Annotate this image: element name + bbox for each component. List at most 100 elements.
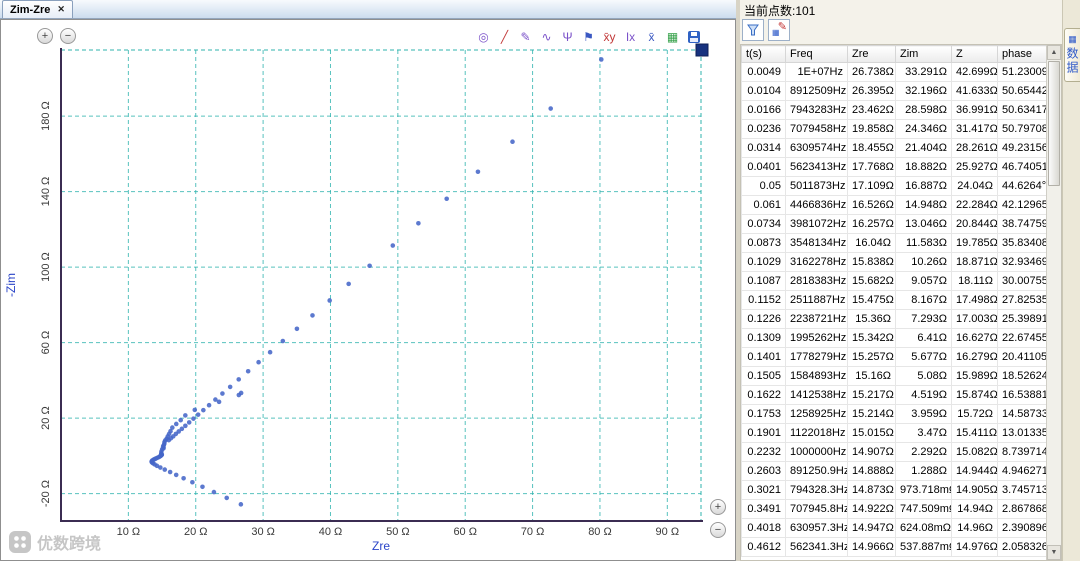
table-row[interactable]: 0.3491 707945.8Hz 14.922Ω 747.509mΩ 14.94Ω 2.…: [741, 499, 1049, 519]
table-cell: 38.74759°: [997, 214, 1049, 234]
table-cell: 16.279Ω: [951, 347, 998, 367]
table-cell: 35.83408°: [997, 233, 1049, 253]
table-cell: 1.288Ω: [895, 461, 952, 481]
column-header[interactable]: Z: [951, 45, 998, 63]
table-row[interactable]: 0.1505 1584893Hz 15.16Ω 5.08Ω 15.989Ω 18.5262…: [741, 366, 1049, 386]
table-cell: 50.63417°: [997, 100, 1049, 120]
table-cell: 26.395Ω: [847, 81, 896, 101]
table-cell: 15.682Ω: [847, 271, 896, 291]
table-cell: 630957.3Hz: [785, 518, 848, 538]
column-header[interactable]: t(s): [741, 45, 786, 63]
table-cell: 51.23009°: [997, 62, 1049, 82]
grid-view-icon-glyph: ▦: [666, 29, 679, 44]
curve-tool-icon[interactable]: ∿: [537, 28, 556, 45]
zoom-in-button[interactable]: +: [37, 28, 53, 44]
table-cell: 14.94Ω: [951, 499, 998, 519]
table-row[interactable]: 0.1309 1995262Hz 15.342Ω 6.41Ω 16.627Ω 22.674…: [741, 328, 1049, 348]
scatter-point: [416, 220, 421, 226]
table-row[interactable]: 0.0401 5623413Hz 17.768Ω 18.882Ω 25.927Ω 46.7…: [741, 157, 1049, 177]
app-window: { "left_panel": { "tab_label": "Zim-Zre"…: [0, 0, 1080, 561]
ix-marker-icon[interactable]: Ix: [621, 28, 640, 45]
flag-icon-glyph: ⚑: [583, 29, 594, 44]
column-header[interactable]: phase: [997, 45, 1049, 63]
table-row[interactable]: 0.1753 1258925Hz 15.214Ω 3.959Ω 15.72Ω 14.587…: [741, 404, 1049, 424]
table-cell: 0.2603: [741, 461, 786, 481]
table-row[interactable]: 0.0236 7079458Hz 19.858Ω 24.346Ω 31.417Ω 50.7…: [741, 119, 1049, 139]
watermark-text: 优数跨境: [37, 536, 102, 553]
scatter-point: [201, 407, 206, 413]
table-row[interactable]: 0.4612 562341.3Hz 14.966Ω 537.887mΩ 14.976Ω 2…: [741, 537, 1049, 557]
axis-zoom-in-button[interactable]: +: [710, 499, 726, 515]
scatter-point: [390, 243, 396, 248]
points-count-bar: 当前点数:101: [740, 0, 1062, 18]
table-cell: 15.16Ω: [847, 366, 896, 386]
table-cell: 0.05: [741, 176, 786, 196]
line-tool-icon[interactable]: ╱: [495, 28, 514, 45]
table-row[interactable]: 0.1622 1412538Hz 15.217Ω 4.519Ω 15.874Ω 16.53…: [741, 385, 1049, 405]
table-cell: 32.93469°: [997, 252, 1049, 272]
table-cell: 17.109Ω: [847, 176, 896, 196]
tab-label: Zim-Zre: [10, 3, 51, 16]
table-cell: 0.061: [741, 195, 786, 215]
scatter-point: [220, 391, 225, 396]
table-row[interactable]: 0.0166 7943283Hz 23.462Ω 28.598Ω 36.991Ω 50.6…: [741, 100, 1049, 120]
crosshair-icon[interactable]: ◎: [474, 28, 493, 45]
table-row[interactable]: 0.0104 8912509Hz 26.395Ω 32.196Ω 41.633Ω 50.6…: [741, 81, 1049, 101]
tab-zim-zre[interactable]: Zim-Zre ✕: [2, 0, 73, 18]
table-cell: 5623413Hz: [785, 157, 848, 177]
table-row[interactable]: 0.0873 3548134Hz 16.04Ω 11.583Ω 19.785Ω 35.83…: [741, 233, 1049, 253]
table-cell: 1995262Hz: [785, 328, 848, 348]
axis-zoom-out-button[interactable]: −: [710, 522, 726, 538]
column-header[interactable]: Zre: [847, 45, 896, 63]
curve-tool-icon-glyph: ∿: [541, 29, 552, 44]
flag-icon[interactable]: ⚑: [579, 28, 598, 45]
table-scrollbar[interactable]: ▲ ▼: [1046, 45, 1061, 560]
table-row[interactable]: 0.1087 2818383Hz 15.682Ω 9.057Ω 18.11Ω 30.007…: [741, 271, 1049, 291]
table-row[interactable]: 0.1226 2238721Hz 15.36Ω 7.293Ω 17.003Ω 25.398…: [741, 309, 1049, 329]
plot-canvas[interactable]: 10 Ω 20 Ω 30 Ω 40 Ω 50 Ω 60 Ω 70 Ω 80 Ω 90 Ω -20 …: [0, 19, 736, 561]
table-row[interactable]: 0.1901 1122018Hz 15.015Ω 3.47Ω 15.411Ω 13.013…: [741, 423, 1049, 443]
table-cell: 15.015Ω: [847, 423, 896, 443]
scroll-up-arrow[interactable]: ▲: [1047, 45, 1061, 60]
scroll-thumb[interactable]: [1048, 61, 1060, 186]
y-tick-label: 60 Ω: [40, 331, 52, 355]
zoom-out-button[interactable]: −: [60, 28, 76, 44]
table-row[interactable]: 0.0314 6309574Hz 18.455Ω 21.404Ω 28.261Ω 49.2…: [741, 138, 1049, 158]
table-row[interactable]: 0.0049 1E+07Hz 26.738Ω 33.291Ω 42.699Ω 51.230…: [741, 62, 1049, 82]
table-cell: 7.293Ω: [895, 309, 952, 329]
table-row[interactable]: 0.1401 1778279Hz 15.257Ω 5.677Ω 16.279Ω 20.41…: [741, 347, 1049, 367]
table-cell: 14.922Ω: [847, 499, 896, 519]
table-row[interactable]: 0.1152 2511887Hz 15.475Ω 8.167Ω 17.498Ω 27.82…: [741, 290, 1049, 310]
table-cell: 44.6264°: [997, 176, 1049, 196]
data-panel-tab[interactable]: ▦ 数据: [1064, 28, 1080, 82]
table-row[interactable]: 0.0734 3981072Hz 16.257Ω 13.046Ω 20.844Ω 38.7…: [741, 214, 1049, 234]
filter-button[interactable]: [742, 19, 764, 41]
table-row[interactable]: 0.1029 3162278Hz 15.838Ω 10.26Ω 18.871Ω 32.93…: [741, 252, 1049, 272]
table-row[interactable]: 0.3021 794328.3Hz 14.873Ω 973.718mΩ 14.905Ω 3…: [741, 480, 1049, 500]
mean-marker-icon[interactable]: x̄: [642, 28, 661, 45]
save-icon[interactable]: [684, 28, 703, 45]
data-table: t(s) Freq Zre Zim Zphase 0.0049 1E+07Hz 26.738Ω…: [741, 45, 1049, 557]
column-header[interactable]: Freq: [785, 45, 848, 63]
table-row[interactable]: 0.2232 1000000Hz 14.907Ω 2.292Ω 15.082Ω 8.739…: [741, 442, 1049, 462]
table-cell: 15.217Ω: [847, 385, 896, 405]
table-cell: 8.739714°: [997, 442, 1049, 462]
table-cell: 0.0104: [741, 81, 786, 101]
table-cell: 0.1622: [741, 385, 786, 405]
table-row[interactable]: 0.4018 630957.3Hz 14.947Ω 624.08mΩ 14.96Ω 2.3…: [741, 518, 1049, 538]
table-row[interactable]: 0.061 4466836Hz 16.526Ω 14.948Ω 22.284Ω 42.12…: [741, 195, 1049, 215]
nyquist-plot[interactable]: 10 Ω 20 Ω 30 Ω 40 Ω 50 Ω 60 Ω 70 Ω 80 Ω 90 Ω -20 …: [1, 20, 735, 560]
scatter-point: [162, 467, 168, 472]
tab-close-icon[interactable]: ✕: [57, 4, 65, 15]
grid-view-icon[interactable]: ▦: [663, 28, 682, 45]
table-row[interactable]: 0.05 5011873Hz 17.109Ω 16.887Ω 24.04Ω 44.6264…: [741, 176, 1049, 196]
scroll-down-arrow[interactable]: ▼: [1047, 545, 1061, 560]
table-cell: 2.390896°: [997, 518, 1049, 538]
pencil-tool-icon[interactable]: ✎: [516, 28, 535, 45]
fan-tool-icon[interactable]: Ψ: [558, 28, 577, 45]
column-header[interactable]: Zim: [895, 45, 952, 63]
xy-marker-icon[interactable]: x̄y: [600, 28, 619, 45]
edit-data-button[interactable]: ▦ ✎: [768, 19, 790, 41]
table-cell: 0.0236: [741, 119, 786, 139]
table-row[interactable]: 0.2603 891250.9Hz 14.888Ω 1.288Ω 14.944Ω 4.94…: [741, 461, 1049, 481]
